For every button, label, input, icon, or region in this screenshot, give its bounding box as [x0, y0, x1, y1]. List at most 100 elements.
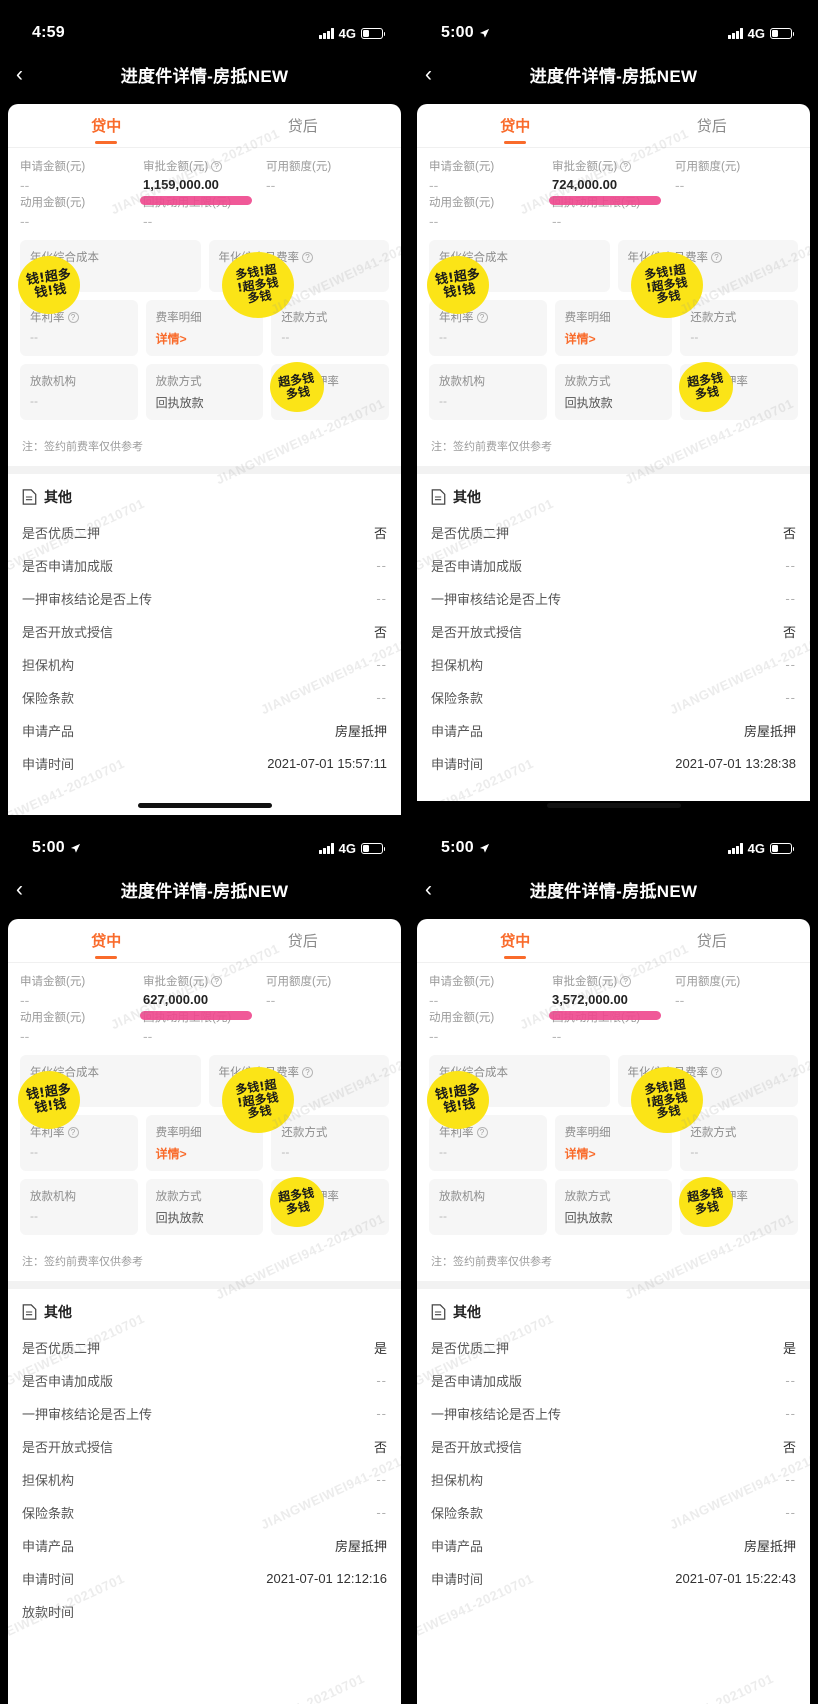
annual-cost-card[interactable]: 年化综合成本	[20, 240, 201, 292]
repay-method-value: --	[281, 330, 290, 344]
repay-method-label: 还款方式	[690, 309, 788, 325]
repay-method-value: --	[690, 330, 699, 344]
mortgage-rate-card[interactable]: 房抵抵押率	[271, 1179, 390, 1235]
annual-cost-card[interactable]: 年化综合成本	[429, 240, 610, 292]
annual-month-rate-label-text: 年化综合月费率	[627, 252, 709, 264]
lend-method-label: 放款方式	[565, 1188, 663, 1204]
lender-card[interactable]: 放款机构 --	[429, 1179, 547, 1235]
help-icon[interactable]: ?	[211, 975, 223, 987]
back-button[interactable]: ‹	[16, 64, 44, 85]
row-value: 房屋抵押	[743, 1539, 796, 1554]
fee-detail-card[interactable]: 费率明细详情>	[145, 1115, 264, 1171]
fee-detail-card[interactable]: 费率明细 详情>	[554, 300, 673, 356]
back-button[interactable]: ‹	[425, 64, 453, 85]
row-label: 是否优质二押	[22, 526, 101, 541]
help-icon[interactable]: ?	[302, 251, 313, 263]
lend-method-card[interactable]: 放款方式 回执放款	[145, 1179, 264, 1235]
approved-amount-label: 审批金额(元)?	[552, 158, 675, 174]
table-row: 保险条款 --	[8, 1496, 401, 1529]
help-icon[interactable]: ?	[476, 311, 488, 323]
repay-method-card[interactable]: 还款方式 --	[271, 300, 390, 356]
mortgage-rate-card[interactable]: 房抵抵押率	[271, 364, 390, 420]
location-arrow-icon	[479, 28, 489, 38]
lender-card[interactable]: 放款机构 --	[20, 1179, 138, 1235]
tab-after-loan[interactable]: 贷后	[205, 104, 402, 147]
row-value: --	[376, 1472, 387, 1487]
help-icon[interactable]: ?	[211, 160, 223, 172]
section-divider	[8, 1281, 401, 1289]
fee-detail-value[interactable]: 详情>	[565, 1145, 663, 1162]
help-icon[interactable]: ?	[620, 975, 632, 987]
fee-detail-label-text: 费率明细	[155, 1127, 202, 1139]
lender-card[interactable]: 放款机构 --	[429, 364, 547, 420]
annual-cost-card[interactable]: 年化综合成本	[20, 1055, 201, 1107]
tab-during-loan[interactable]: 贷中	[8, 919, 205, 962]
repay-method-label-text: 还款方式	[281, 1127, 328, 1139]
annual-month-rate-card[interactable]: 年化综合月费率?	[208, 240, 389, 292]
repay-method-value: --	[690, 1145, 699, 1159]
annual-rate-card[interactable]: 年利率? --	[20, 1115, 138, 1171]
panel-1: 4:59 4G ‹ 进度件详情-房抵NEW 贷中 贷后 申请金额(元) -- 审批金额(元)? 1…	[0, 0, 409, 815]
back-button[interactable]: ‹	[16, 879, 44, 900]
fee-detail-value[interactable]: 详情>	[156, 1145, 254, 1162]
fee-detail-card[interactable]: 费率明细 详情>	[554, 1115, 673, 1171]
repay-method-card[interactable]: 还款方式 --	[271, 1115, 390, 1171]
row-label: 是否开放式授信	[22, 625, 114, 640]
repay-method-card[interactable]: 还款方式 --	[680, 1115, 799, 1171]
tab-during-loan[interactable]: 贷中	[417, 104, 614, 147]
row-label: 保险条款	[431, 691, 484, 706]
lend-method-label: 放款方式	[156, 1188, 254, 1204]
table-row: 担保机构 --	[417, 648, 810, 681]
available-limit-label: 可用额度(元)	[675, 158, 798, 174]
fee-detail-value[interactable]: 详情>	[565, 330, 663, 347]
available-limit-value: --	[675, 177, 685, 193]
fee-card-grid: 年化综合成本 年化综合月费率? 年利率? -- 费率明细 详情> 还款方式 -- 放款机构 -- 放…	[8, 1049, 401, 1235]
clock-text: 4:59	[32, 24, 65, 41]
annual-month-rate-card[interactable]: 年化综合月费率?	[208, 1055, 389, 1107]
lend-method-card[interactable]: 放款方式 回执放款	[554, 364, 673, 420]
tab-after-loan[interactable]: 贷后	[614, 919, 811, 962]
network-label: 4G	[747, 25, 765, 41]
tab-after-loan[interactable]: 贷后	[614, 104, 811, 147]
mortgage-rate-card[interactable]: 房抵抵押率	[680, 1179, 799, 1235]
row-value: 2021-07-01 13:28:38	[675, 756, 796, 771]
lender-label-text: 放款机构	[439, 1191, 485, 1203]
lend-method-card[interactable]: 放款方式 回执放款	[145, 364, 264, 420]
lender-card[interactable]: 放款机构 --	[20, 364, 138, 420]
table-row: 保险条款 --	[417, 1496, 810, 1529]
tab-during-loan[interactable]: 贷中	[417, 919, 614, 962]
row-label: 担保机构	[431, 658, 484, 673]
lend-method-card[interactable]: 放款方式 回执放款	[554, 1179, 673, 1235]
help-icon[interactable]: ?	[711, 1066, 722, 1078]
help-icon[interactable]: ?	[476, 1126, 488, 1138]
annual-month-rate-card[interactable]: 年化综合月费率?	[617, 1055, 798, 1107]
redaction-mark	[140, 1011, 252, 1020]
help-icon[interactable]: ?	[620, 160, 632, 172]
tab-after-loan[interactable]: 贷后	[205, 919, 402, 962]
mortgage-rate-card[interactable]: 房抵抵押率	[680, 364, 799, 420]
tab-during-loan[interactable]: 贷中	[8, 104, 205, 147]
fee-detail-value[interactable]: 详情>	[156, 330, 254, 347]
other-section-header: 其他	[8, 474, 401, 516]
help-icon[interactable]: ?	[67, 1126, 79, 1138]
row-label: 是否开放式授信	[431, 1440, 523, 1455]
table-row: 是否优质二押 否	[8, 516, 401, 549]
help-icon[interactable]: ?	[302, 1066, 313, 1078]
row-label: 申请产品	[22, 724, 75, 739]
help-icon[interactable]: ?	[711, 251, 722, 263]
annual-rate-card[interactable]: 年利率? --	[429, 300, 547, 356]
annual-month-rate-card[interactable]: 年化综合月费率?	[617, 240, 798, 292]
table-row: 保险条款 --	[8, 681, 401, 714]
apply-amount-label: 申请金额(元)	[20, 158, 143, 174]
available-limit-value: --	[266, 177, 276, 193]
approved-amount-label-cell: 审批金额(元)? 724,000.00	[552, 158, 675, 194]
repay-method-card[interactable]: 还款方式 --	[680, 300, 799, 356]
annual-cost-card[interactable]: 年化综合成本	[429, 1055, 610, 1107]
annual-rate-card[interactable]: 年利率? --	[20, 300, 138, 356]
fee-detail-card[interactable]: 费率明细 详情>	[145, 300, 264, 356]
annual-rate-card[interactable]: 年利率? --	[429, 1115, 547, 1171]
back-button[interactable]: ‹	[425, 879, 453, 900]
help-icon[interactable]: ?	[67, 311, 79, 323]
row-value: --	[376, 1373, 387, 1388]
mortgage-rate-label-text: 房抵抵押率	[281, 376, 339, 388]
